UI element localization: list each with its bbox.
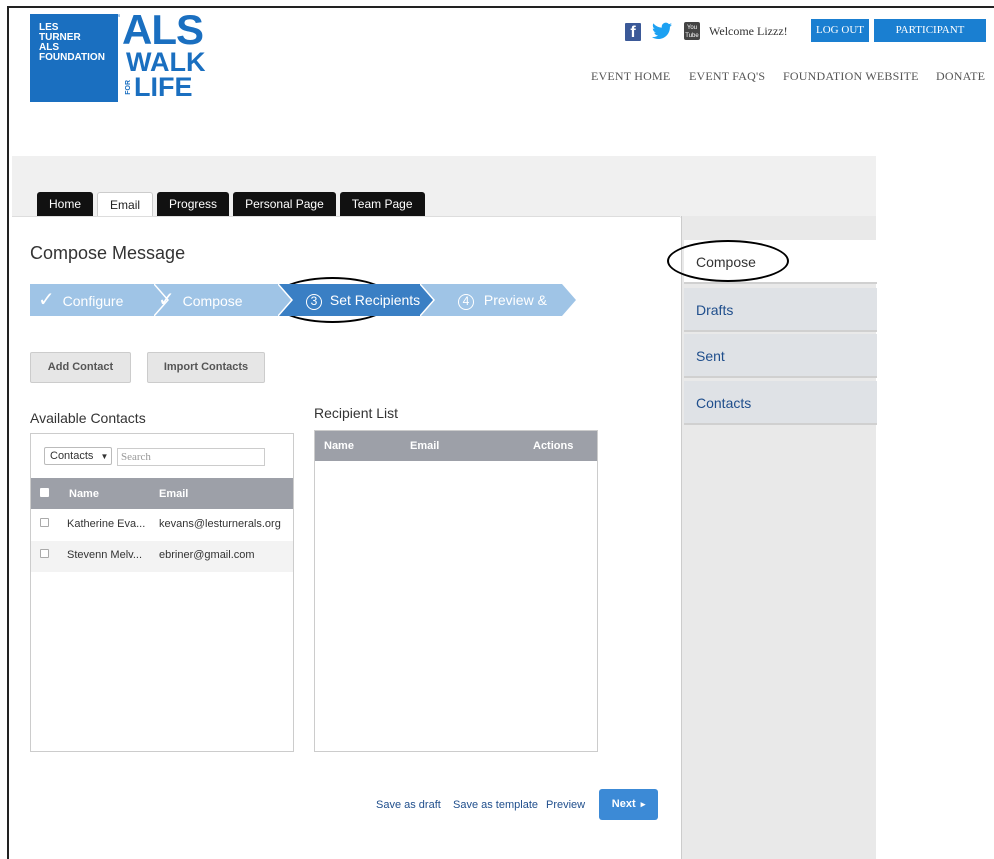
logo-line: FOUNDATION <box>39 52 105 63</box>
tab-email[interactable]: Email <box>97 192 154 218</box>
next-button-label: Next <box>611 798 636 810</box>
row-checkbox[interactable] <box>40 518 49 527</box>
participant-center-button[interactable]: PARTICIPANT CENTER <box>874 19 986 59</box>
trademark-mark: ™ <box>113 14 120 21</box>
facebook-icon[interactable]: f <box>625 23 641 41</box>
recipient-list-header: Name Email Actions <box>315 431 597 461</box>
tab-progress[interactable]: Progress <box>157 192 230 216</box>
available-contacts-heading: Available Contacts <box>30 410 146 426</box>
twitter-icon[interactable] <box>652 22 672 45</box>
add-contact-button[interactable]: Add Contact <box>30 352 131 383</box>
youtube-icon-top: You <box>686 25 698 31</box>
column-header-name: Name <box>324 440 354 452</box>
nav-donate[interactable]: DONATE <box>936 69 985 84</box>
tab-home[interactable]: Home <box>37 192 94 216</box>
contact-name: Katherine Eva... <box>67 518 146 530</box>
sidebar-item-contacts[interactable]: Contacts <box>684 381 877 425</box>
select-value: Contacts <box>50 450 94 462</box>
next-button[interactable]: Next ▸ <box>599 789 658 820</box>
sidebar-item-compose[interactable]: Compose <box>684 240 877 284</box>
wizard-step-label: Compose <box>182 293 243 309</box>
welcome-text: Welcome Lizzz! <box>709 24 788 38</box>
contact-name: Stevenn Melv... <box>67 549 142 561</box>
save-as-template-link[interactable]: Save as template <box>453 799 538 811</box>
page-title: Compose Message <box>30 243 186 263</box>
preview-link[interactable]: Preview <box>546 799 585 811</box>
available-contacts-panel: Contacts ▼ Search Name Email Katherine E… <box>30 433 294 752</box>
email-sidebar: Compose Drafts Sent Contacts <box>681 216 877 859</box>
als-walk-for-life-logo[interactable]: ALS WALK FOR LIFE <box>122 6 206 102</box>
wizard-step-label: Set Recipients <box>329 292 421 308</box>
wizard-step-label: Configure <box>62 293 124 309</box>
row-checkbox[interactable] <box>40 549 49 558</box>
recipient-list-panel: Name Email Actions <box>314 430 598 752</box>
youtube-icon[interactable]: You Tube <box>684 22 700 40</box>
logo-life: LIFE <box>134 72 193 102</box>
recipient-list-heading: Recipient List <box>314 405 399 421</box>
select-all-checkbox[interactable] <box>40 488 49 497</box>
logo-for: FOR <box>125 79 132 95</box>
nav-event-home[interactable]: EVENT HOME <box>591 69 670 84</box>
check-icon: ✓ <box>38 289 55 311</box>
wizard-step-preview-send[interactable]: 4 Preview & Send <box>420 284 576 340</box>
table-row[interactable]: Katherine Eva... kevans@lesturnerals.org <box>31 510 293 541</box>
nav-foundation-website[interactable]: FOUNDATION WEBSITE <box>783 69 919 84</box>
wizard-step-set-recipients[interactable]: 3 Set Recipients <box>278 284 434 316</box>
check-icon: ✓ <box>158 289 175 311</box>
logo-als: ALS <box>122 6 204 53</box>
column-header-name: Name <box>69 488 99 500</box>
tab-personal-page[interactable]: Personal Page <box>233 192 336 216</box>
contacts-filter-select[interactable]: Contacts ▼ <box>44 447 112 465</box>
sidebar-item-sent[interactable]: Sent <box>684 334 877 378</box>
table-row[interactable]: Stevenn Melv... ebriner@gmail.com <box>31 541 293 572</box>
column-header-email: Email <box>410 440 440 452</box>
main-tabs: Home Email Progress Personal Page Team P… <box>37 192 425 218</box>
contacts-search-input[interactable]: Search <box>117 448 265 466</box>
wizard-step-configure[interactable]: ✓ Configure <box>30 284 168 316</box>
contact-email: ebriner@gmail.com <box>159 549 255 561</box>
sidebar-item-drafts[interactable]: Drafts <box>684 288 877 332</box>
les-turner-logo[interactable]: LES TURNER ALS FOUNDATION <box>30 14 118 102</box>
youtube-icon-bottom: Tube <box>685 33 699 39</box>
column-header-actions: Actions <box>533 440 574 452</box>
step-number-icon: 4 <box>458 294 474 310</box>
chevron-right-icon: ▸ <box>640 799 646 809</box>
nav-event-faqs[interactable]: EVENT FAQ'S <box>689 69 765 84</box>
logout-button[interactable]: LOG OUT <box>811 19 869 42</box>
available-contacts-header: Name Email <box>31 478 293 509</box>
tab-team-page[interactable]: Team Page <box>339 192 425 216</box>
caret-down-icon: ▼ <box>100 452 109 461</box>
column-header-email: Email <box>159 488 189 500</box>
import-contacts-button[interactable]: Import Contacts <box>147 352 265 383</box>
step-number-icon: 3 <box>306 294 322 310</box>
save-as-draft-link[interactable]: Save as draft <box>376 799 441 811</box>
contact-email: kevans@lesturnerals.org <box>159 518 281 530</box>
logo-walk: WALK <box>126 47 206 77</box>
wizard-step-compose[interactable]: ✓ Compose <box>154 284 292 316</box>
